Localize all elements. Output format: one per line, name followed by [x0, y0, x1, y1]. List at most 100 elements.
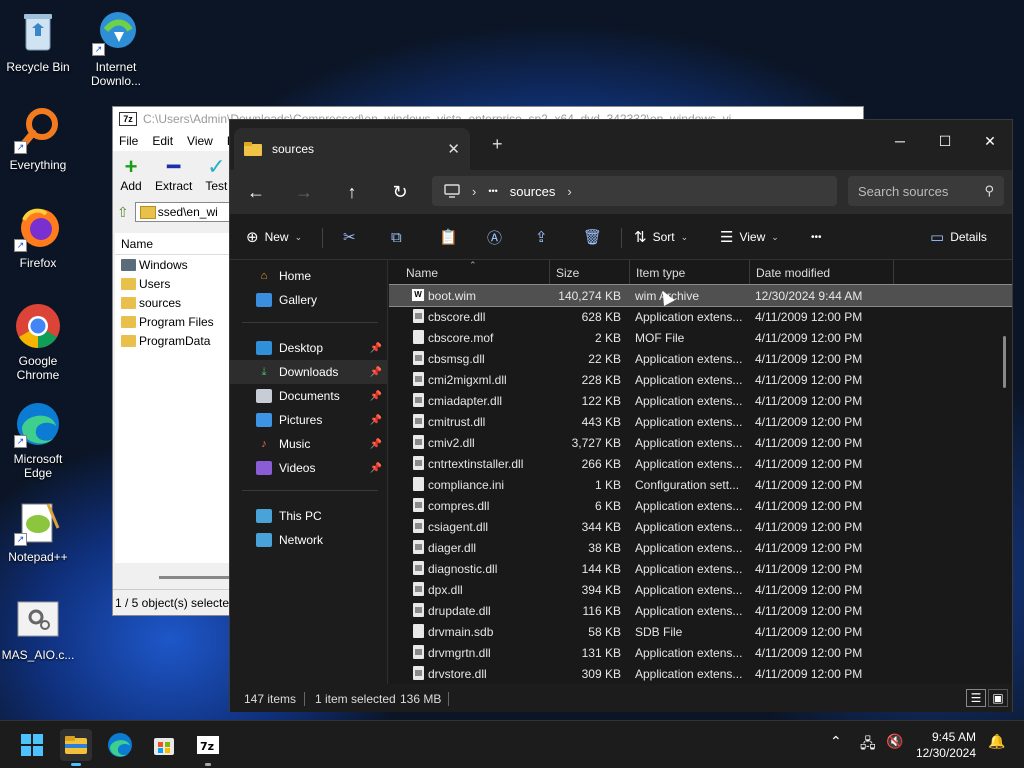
table-row[interactable]: cmiv2.dll 3,727 KB Application extens... 4/…: [389, 432, 1012, 453]
up-button[interactable]: ↑: [340, 180, 364, 204]
desktop-icon-recycle-bin[interactable]: Recycle Bin: [0, 8, 76, 74]
nav-item-network[interactable]: Network: [230, 528, 388, 552]
pin-icon[interactable]: 📌: [370, 367, 382, 378]
pin-icon[interactable]: 📌: [370, 343, 382, 354]
desktop-icon-chrome[interactable]: Google Chrome: [0, 302, 76, 382]
table-row[interactable]: dpx.dll 394 KB Application extens... 4/11/2…: [389, 579, 1012, 600]
table-row[interactable]: cmiadapter.dll 122 KB Application extens..…: [389, 390, 1012, 411]
taskbar-store[interactable]: [148, 729, 180, 761]
breadcrumb-chevron-icon[interactable]: ›: [472, 184, 476, 199]
nav-item-videos[interactable]: Videos 📌: [230, 456, 388, 480]
pin-icon[interactable]: 📌: [370, 391, 382, 402]
network-status-icon[interactable]: 🖧: [860, 733, 876, 757]
table-row[interactable]: cmi2migxml.dll 228 KB Application extens..…: [389, 369, 1012, 390]
file-explorer-window[interactable]: sources ✕ + ─ ☐ ✕ ← → ↑ ↻ › ••• sources …: [229, 119, 1013, 712]
nav-item-thispc[interactable]: This PC: [230, 504, 388, 528]
list-item[interactable]: ProgramData: [115, 331, 230, 350]
vertical-scrollbar[interactable]: [1003, 336, 1006, 388]
desktop-icon-idm[interactable]: ↗ Internet Downlo...: [78, 8, 154, 88]
desktop-icon-firefox[interactable]: ↗ Firefox: [0, 204, 76, 270]
minimize-button[interactable]: ─: [877, 126, 923, 156]
sevenzip-add-button[interactable]: + Add: [119, 155, 143, 195]
column-type[interactable]: Item type: [636, 266, 685, 280]
nav-item-documents[interactable]: Documents 📌: [230, 384, 388, 408]
address-bar[interactable]: › ••• sources ›: [432, 176, 837, 206]
delete-button[interactable]: 🗑: [583, 226, 602, 248]
details-pane-button[interactable]: ▭ Details: [930, 226, 987, 248]
nav-item-music[interactable]: ♪ Music 📌: [230, 432, 388, 456]
column-size[interactable]: Size: [556, 266, 579, 280]
show-hidden-icons-button[interactable]: ⌃: [830, 733, 842, 750]
sevenzip-menu-view[interactable]: View: [187, 134, 213, 148]
rename-button[interactable]: Ⓐ: [487, 226, 502, 248]
desktop-icon-notepadpp[interactable]: ↗ Notepad++: [0, 498, 76, 564]
forward-button[interactable]: →: [292, 180, 316, 204]
table-row[interactable]: cbsmsg.dll 22 KB Application extens... 4/11…: [389, 348, 1012, 369]
refresh-button[interactable]: ↻: [388, 180, 412, 204]
copy-button[interactable]: ⧉: [391, 226, 402, 248]
list-item[interactable]: Users: [115, 274, 230, 293]
share-button[interactable]: ⇪: [535, 226, 548, 248]
tiles-view-icon[interactable]: ▣: [988, 689, 1008, 707]
more-options-button[interactable]: •••: [811, 226, 822, 248]
column-name[interactable]: Name: [406, 266, 438, 280]
new-tab-button[interactable]: +: [492, 134, 503, 155]
sevenzip-address-input[interactable]: ssed\en_wi: [134, 202, 235, 222]
nav-item-desktop[interactable]: Desktop 📌: [230, 336, 388, 360]
column-divider[interactable]: [893, 260, 894, 284]
taskbar-edge[interactable]: [104, 729, 136, 761]
paste-button[interactable]: 📋: [439, 226, 458, 248]
pin-icon[interactable]: 📌: [370, 463, 382, 474]
table-row[interactable]: cntrtextinstaller.dll 266 KB Application e…: [389, 453, 1012, 474]
nav-item-home[interactable]: ⌂ Home: [230, 264, 388, 288]
sevenzip-extract-button[interactable]: ━ Extract: [155, 155, 192, 195]
table-row[interactable]: cbscore.dll 628 KB Application extens... 4/…: [389, 306, 1012, 327]
sevenzip-column-name[interactable]: Name: [115, 233, 230, 255]
column-date[interactable]: Date modified: [756, 266, 830, 280]
desktop-icon-mas-aio[interactable]: MAS_AIO.c...: [0, 596, 76, 662]
cut-button[interactable]: ✂: [343, 226, 356, 248]
sort-button[interactable]: ⇅ Sort ⌄: [634, 226, 688, 248]
view-button[interactable]: ☰ View ⌄: [720, 226, 779, 248]
search-input[interactable]: Search sources ⚲: [848, 176, 1004, 206]
pin-icon[interactable]: 📌: [370, 415, 382, 426]
breadcrumb-overflow[interactable]: •••: [488, 186, 497, 196]
close-tab-icon[interactable]: ✕: [447, 140, 460, 158]
list-item[interactable]: Windows: [115, 255, 230, 274]
table-row[interactable]: csiagent.dll 344 KB Application extens... 4…: [389, 516, 1012, 537]
table-row[interactable]: drvstore.dll 309 KB Application extens... 4…: [389, 663, 1012, 684]
table-row[interactable]: compliance.ini 1 KB Configuration sett... 4…: [389, 474, 1012, 495]
table-row[interactable]: cmitrust.dll 443 KB Application extens... 4…: [389, 411, 1012, 432]
desktop-icon-edge[interactable]: ↗ Microsoft Edge: [0, 400, 76, 480]
start-button[interactable]: [16, 729, 48, 761]
table-row[interactable]: drvmain.sdb 58 KB SDB File 4/11/2009 12:00 …: [389, 621, 1012, 642]
volume-muted-icon[interactable]: 🔇: [886, 733, 903, 750]
maximize-button[interactable]: ☐: [922, 126, 968, 156]
column-divider[interactable]: [549, 260, 550, 284]
explorer-tab-sources[interactable]: sources ✕: [234, 128, 470, 170]
table-row[interactable]: diagnostic.dll 144 KB Application extens..…: [389, 558, 1012, 579]
list-item[interactable]: Program Files: [115, 312, 230, 331]
notifications-bell-icon[interactable]: 🔔: [988, 733, 1005, 750]
close-button[interactable]: ✕: [967, 126, 1013, 156]
table-row[interactable]: compres.dll 6 KB Application extens... 4/11…: [389, 495, 1012, 516]
nav-item-pictures[interactable]: Pictures 📌: [230, 408, 388, 432]
sevenzip-menu-edit[interactable]: Edit: [152, 134, 173, 148]
table-row[interactable]: drvmgrtn.dll 131 KB Application extens... 4…: [389, 642, 1012, 663]
column-divider[interactable]: [629, 260, 630, 284]
table-row[interactable]: cbscore.mof 2 KB MOF File 4/11/2009 12:00 P…: [389, 327, 1012, 348]
back-button[interactable]: ←: [244, 180, 268, 204]
taskbar-clock[interactable]: 9:45 AM 12/30/2024: [916, 729, 976, 761]
column-divider[interactable]: [749, 260, 750, 284]
table-row[interactable]: Wboot.wim 140,274 KB wim Archive 12/30/2024…: [389, 284, 1012, 307]
pin-icon[interactable]: 📌: [370, 439, 382, 450]
desktop-icon-everything[interactable]: ↗ Everything: [0, 106, 76, 172]
nav-item-downloads[interactable]: ⤓ Downloads 📌: [230, 360, 388, 384]
table-row[interactable]: diager.dll 38 KB Application extens... 4/11…: [389, 537, 1012, 558]
table-row[interactable]: drupdate.dll 116 KB Application extens... 4…: [389, 600, 1012, 621]
nav-item-gallery[interactable]: Gallery: [230, 288, 388, 312]
list-item[interactable]: sources: [115, 293, 230, 312]
taskbar-7zip[interactable]: 7z: [192, 729, 224, 766]
breadcrumb-chevron-icon[interactable]: ›: [567, 184, 571, 199]
sevenzip-test-button[interactable]: ✓ Test: [204, 155, 228, 195]
